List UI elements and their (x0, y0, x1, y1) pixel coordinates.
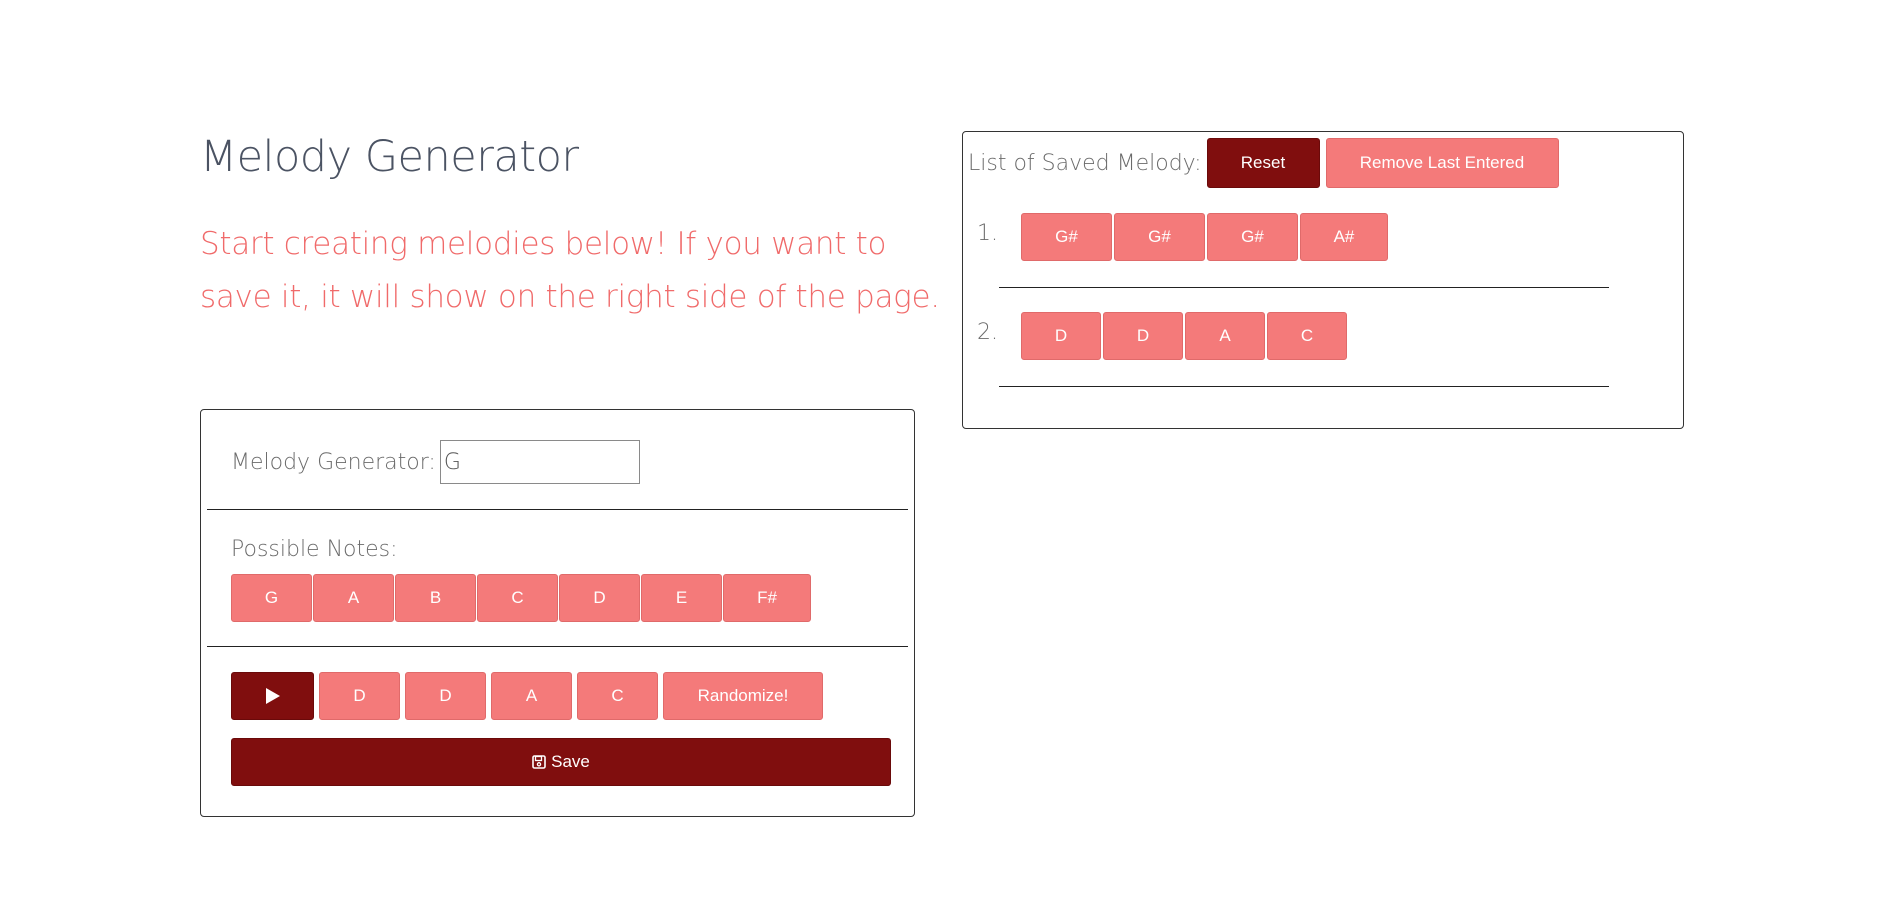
saved-list-label: List of Saved Melody: (968, 150, 1202, 176)
save-button-label: Save (551, 752, 590, 771)
melody-note-button[interactable]: A (491, 672, 572, 720)
saved-note-button[interactable]: D (1021, 312, 1101, 360)
saved-note-button[interactable]: G# (1114, 213, 1205, 261)
melody-note-button[interactable]: D (405, 672, 486, 720)
note-button-g[interactable]: G (231, 574, 312, 622)
intro-text: Start creating melodies below! If you wa… (200, 226, 940, 315)
saved-melody-item: 1. G# G# G# A# (977, 213, 1388, 261)
note-button-c[interactable]: C (477, 574, 558, 622)
saved-melody-number: 2. (977, 320, 998, 345)
note-button-a[interactable]: A (313, 574, 394, 622)
remove-last-button[interactable]: Remove Last Entered (1325, 138, 1559, 188)
key-input[interactable] (439, 440, 640, 484)
saved-note-button[interactable]: A (1185, 312, 1265, 360)
melody-note-button[interactable]: C (577, 672, 658, 720)
saved-note-button[interactable]: G# (1207, 213, 1298, 261)
page-title: Melody Generator (200, 132, 579, 182)
note-button-f-sharp[interactable]: F# (723, 574, 811, 622)
note-button-d[interactable]: D (559, 574, 640, 622)
saved-melody-notes: D D A C (1021, 312, 1347, 360)
saved-melody-item: 2. D D A C (977, 312, 1347, 360)
melody-note-button[interactable]: D (319, 672, 400, 720)
saved-note-button[interactable]: G# (1021, 213, 1112, 261)
saved-note-button[interactable]: D (1103, 312, 1183, 360)
note-button-b[interactable]: B (395, 574, 476, 622)
possible-notes-row: G A B C D E F# (231, 574, 811, 622)
divider (999, 287, 1609, 288)
divider (207, 646, 908, 647)
note-button-e[interactable]: E (641, 574, 722, 622)
play-icon (265, 688, 280, 704)
possible-notes-label: Possible Notes: (231, 537, 398, 562)
divider (999, 386, 1609, 387)
key-row: Melody Generator: (231, 440, 640, 484)
divider (207, 509, 908, 510)
play-button[interactable] (231, 672, 314, 720)
saved-note-button[interactable]: C (1267, 312, 1347, 360)
saved-melody-number: 1. (977, 221, 998, 246)
saved-melody-notes: G# G# G# A# (1021, 213, 1388, 261)
generator-panel: Melody Generator: Possible Notes: G A B … (200, 409, 915, 817)
save-button[interactable]: Save (231, 738, 891, 786)
saved-melodies-panel: List of Saved Melody: Reset Remove Last … (962, 131, 1684, 429)
save-icon (532, 755, 546, 769)
saved-header: List of Saved Melody: Reset Remove Last … (968, 138, 1559, 188)
current-melody-row: D D A C Randomize! (231, 672, 823, 720)
reset-button[interactable]: Reset (1206, 138, 1320, 188)
randomize-button[interactable]: Randomize! (663, 672, 823, 720)
saved-note-button[interactable]: A# (1300, 213, 1388, 261)
key-label: Melody Generator: (231, 449, 436, 475)
